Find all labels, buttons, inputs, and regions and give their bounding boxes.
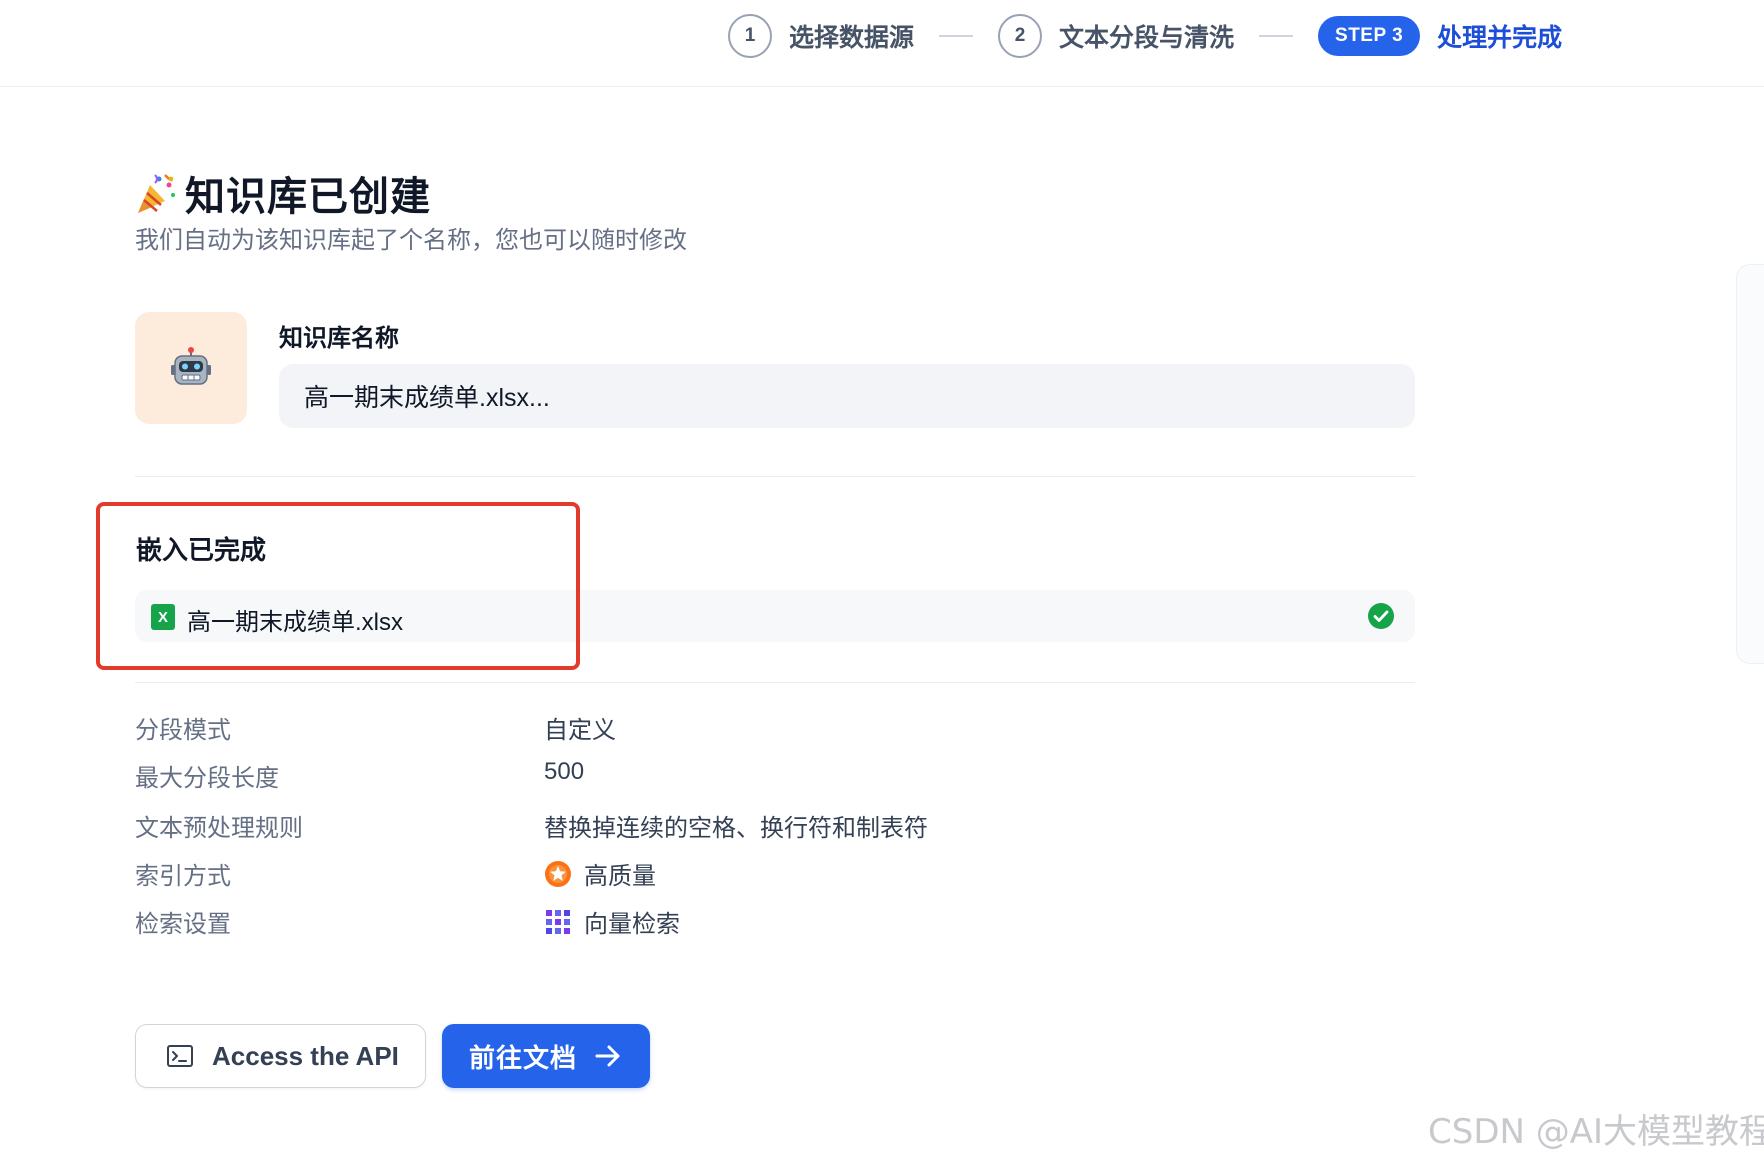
step-1-number: 1	[728, 14, 772, 58]
step-2: 2 文本分段与清洗	[998, 14, 1234, 58]
access-api-label: Access the API	[212, 1040, 399, 1071]
setting-row-index-method: 索引方式 高质量	[135, 856, 1035, 890]
setting-key: 检索设置	[135, 911, 231, 938]
vector-search-icon	[546, 909, 570, 934]
step-separator	[939, 35, 974, 37]
setting-value-wrap: 高质量	[544, 856, 656, 891]
arrow-right-icon	[595, 1045, 620, 1067]
step-2-number: 2	[998, 14, 1043, 58]
setting-row-retrieval: 检索设置 向量检索	[135, 904, 1035, 938]
step-3-label: 处理并完成	[1437, 24, 1563, 52]
party-popper-icon	[138, 174, 175, 213]
terminal-icon	[167, 1045, 193, 1067]
step-3: STEP 3 处理并完成	[1318, 16, 1562, 56]
setting-value: 500	[544, 758, 585, 785]
setting-key: 索引方式	[135, 863, 231, 890]
step-separator	[1259, 35, 1294, 37]
step-1: 1 选择数据源	[728, 14, 914, 58]
watermark: CSDN @AI大模型教程	[1428, 1112, 1764, 1152]
setting-value-wrap: 向量检索	[544, 904, 680, 939]
go-to-documents-label: 前往文档	[469, 1042, 578, 1073]
divider	[135, 476, 1415, 477]
access-api-button[interactable]: Access the API	[135, 1024, 426, 1088]
stepper-bar: 1 选择数据源 2 文本分段与清洗 STEP 3 处理并完成	[0, 0, 1764, 87]
page-subtitle: 我们自动为该知识库起了个名称，您也可以随时修改	[135, 227, 687, 254]
check-circle-icon	[1368, 603, 1394, 629]
step-2-label: 文本分段与清洗	[1059, 24, 1235, 52]
knowledge-name-input[interactable]	[279, 364, 1415, 428]
divider	[135, 682, 1415, 683]
side-panel-edge	[1736, 264, 1764, 664]
go-to-documents-button[interactable]: 前往文档	[442, 1024, 650, 1088]
setting-value: 替换掉连续的空格、换行符和制表符	[544, 815, 928, 842]
robot-icon	[171, 347, 211, 385]
setting-value: 高质量	[584, 863, 656, 890]
setting-key: 分段模式	[135, 717, 231, 744]
page-title: 知识库已创建	[185, 175, 431, 219]
step-3-badge: STEP 3	[1318, 16, 1421, 56]
setting-row-segment-mode: 分段模式 自定义	[135, 710, 1035, 744]
setting-row-max-segment-length: 最大分段长度 500	[135, 758, 1035, 792]
step-1-label: 选择数据源	[789, 24, 915, 52]
stepper: 1 选择数据源 2 文本分段与清洗 STEP 3 处理并完成	[728, 14, 1562, 58]
page-heading: 知识库已创建	[135, 164, 431, 222]
setting-row-preprocess-rules: 文本预处理规则 替换掉连续的空格、换行符和制表符	[135, 808, 1035, 842]
knowledge-name-label: 知识库名称	[279, 325, 399, 352]
high-quality-icon	[545, 860, 571, 887]
highlight-box	[96, 502, 580, 670]
setting-value: 向量检索	[584, 911, 680, 938]
setting-key: 文本预处理规则	[135, 815, 303, 842]
setting-value: 自定义	[544, 717, 616, 744]
setting-key: 最大分段长度	[135, 765, 279, 792]
page: 1 选择数据源 2 文本分段与清洗 STEP 3 处理并完成 知识库已创建 我们…	[0, 0, 1764, 1154]
knowledge-avatar[interactable]	[135, 312, 247, 424]
